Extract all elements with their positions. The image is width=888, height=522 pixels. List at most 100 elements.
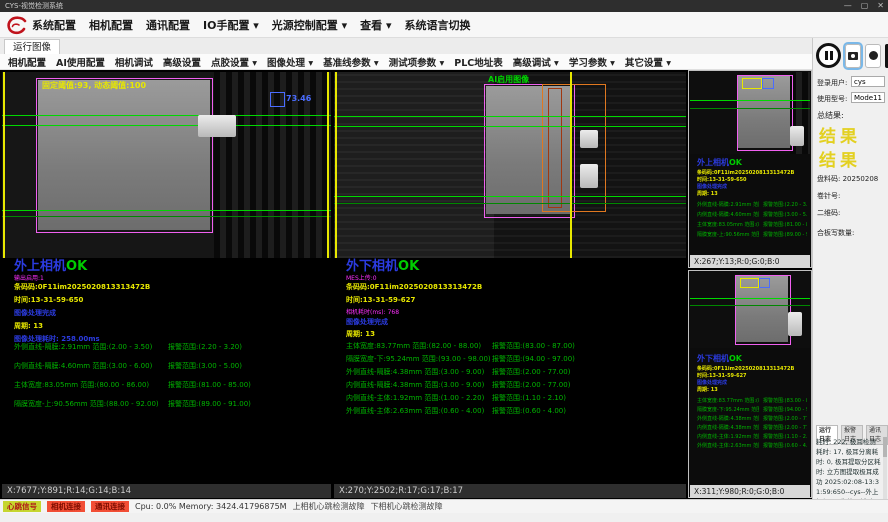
camera-view-lower[interactable]: AI启用图像 (334, 72, 686, 258)
time-line: 时间:13-31-59-650 (14, 295, 83, 305)
camera-name: 外上相机 (697, 158, 729, 167)
tool-ai-config[interactable]: AI使用配置 (56, 55, 105, 69)
time-line: 时间:13-31-59-627 (346, 295, 415, 305)
menu-view[interactable]: 查看 ▾ (360, 17, 391, 33)
window-title: CYS-视觉检测系统 (5, 2, 63, 10)
output-flag: 输出启用:1 (14, 273, 44, 282)
lens-icon (869, 51, 878, 60)
main-area: 固定阈值:93, 动态阈值:100 73.46 外上相机OK 输出启用:1 条码… (0, 70, 812, 499)
camera-name: 外上相机 (14, 259, 66, 274)
tab-run-image[interactable]: 运行图像 (4, 39, 60, 55)
camera-icon (848, 52, 858, 60)
camera-link-badge: 相机连接 (47, 501, 85, 512)
menu-comm-config[interactable]: 通讯配置 (146, 17, 190, 33)
result-display-2: 结果 (819, 146, 861, 171)
edge-line-v (570, 72, 572, 258)
ai-enabled-label: AI启用图像 (488, 74, 529, 85)
tool-advanced-debug[interactable]: 高级调试 ▾ (513, 55, 559, 69)
needle-no-label: 卷针号: (817, 191, 840, 201)
threshold-overlay-text: 固定阈值:93, 动态阈值:100 (42, 80, 146, 91)
barcode-line: 条码码:0F11im2025020813313472B (346, 282, 482, 292)
edge-line-left (335, 72, 337, 258)
alarm-range: 报警范围:(2.20 - 3.20) (168, 342, 242, 352)
label-box-yellow (740, 278, 759, 288)
label-box-yellow (742, 78, 762, 89)
measure-row: 内侧直线-隔膜:4.38mm 范围:(3.00 - 9.00) (697, 424, 759, 431)
camera-title-mini: 外上相机OK (697, 157, 742, 168)
measure-row: 内侧直线-主体:1.92mm 范围:(1.00 - 2.20) (346, 393, 484, 403)
menu-light-config[interactable]: 光源控制配置 ▾ (272, 17, 347, 33)
pause-button[interactable] (816, 43, 841, 68)
camera-title-mini: 外下相机OK (697, 353, 742, 364)
measure-row: 隔膜宽度-下:95.24mm 范围:(93.00 - 98.00) (697, 406, 759, 413)
baseline-green-1 (334, 116, 686, 117)
cycle-line: 周期: 13 (14, 321, 43, 331)
model-input[interactable] (851, 92, 885, 103)
measure-row: 外侧直线-主体:2.63mm 范围:(0.60 - 4.00) (346, 406, 484, 416)
tool-camera-config[interactable]: 相机配置 (8, 55, 46, 69)
tool-image-processing[interactable]: 图像处理 ▾ (267, 55, 313, 69)
menu-language-switch[interactable]: 系统语言切换 (405, 17, 471, 33)
alarm-range: 报警范围:(2.20 - 3.20) (763, 201, 807, 208)
output-flag: MES上传:0 (346, 273, 377, 282)
login-user-input[interactable] (851, 76, 885, 87)
cycle-line: 周期: 13 (697, 386, 718, 393)
measure-row: 主体宽度:83.05mm 范围:(80.00 - 86.00) (697, 221, 759, 228)
qr-code-label: 二维码: (817, 208, 840, 218)
close-button[interactable]: ✕ (877, 0, 884, 12)
lens-button[interactable] (865, 44, 881, 68)
comm-link-badge: 通讯连接 (91, 501, 129, 512)
alarm-range: 报警范围:(2.00 - 77.00) (492, 380, 570, 390)
tool-other-settings[interactable]: 其它设置 ▾ (625, 55, 671, 69)
tool-test-params[interactable]: 测试项参数 ▾ (389, 55, 445, 69)
alarm-range: 报警范围:(89.00 - 91.00) (168, 399, 251, 409)
camera-view-upper[interactable]: 固定阈值:93, 动态阈值:100 73.46 (2, 72, 331, 258)
label-box-blue (759, 278, 770, 288)
process-done-line: 图像处理完成 (697, 183, 727, 190)
roi-rect-darkred (548, 88, 562, 208)
reflective-part (580, 130, 598, 148)
alarm-range: 报警范围:(1.10 - 2.10) (763, 433, 807, 440)
heartbeat-badge: 心跳信号 (3, 501, 41, 512)
reflective-part (790, 126, 804, 146)
camera-capture-button[interactable] (845, 44, 861, 68)
camera-title-upper: 外上相机OK (14, 255, 87, 274)
baseline-green-2 (2, 125, 331, 126)
tool-learning-params[interactable]: 学习参数 ▾ (569, 55, 615, 69)
time-line: 时间:13-31-59-627 (697, 372, 747, 379)
mini-panel-upper[interactable]: 外上相机OK 条码码:0F11im2025020813313472B 时间:13… (688, 70, 812, 268)
write-count-label: 合板写数量: (817, 228, 854, 238)
status-bar: 心跳信号 相机连接 通讯连接 Cpu: 0.0% Memory: 3424.41… (0, 499, 888, 513)
status-ok: OK (66, 259, 87, 274)
baseline-green-4 (2, 216, 331, 217)
camera-name: 外下相机 (697, 354, 729, 363)
menu-io-config[interactable]: IO手配置 ▾ (203, 17, 259, 33)
menu-camera-config[interactable]: 相机配置 (89, 17, 133, 33)
title-bar: CYS-视觉检测系统 — ▢ ✕ (0, 0, 888, 12)
baseline-green-4 (334, 203, 686, 204)
baseline-green-3 (334, 196, 686, 197)
mini-panel-lower[interactable]: 外下相机OK 条码码:0F11im2025020813313472B 时间:13… (688, 270, 812, 498)
tool-baseline-params[interactable]: 基准线参数 ▾ (323, 55, 379, 69)
baseline-green-2 (334, 126, 686, 127)
edge-line-left (3, 72, 5, 258)
lower-camera-warning: 下相机心跳检测故障 (371, 501, 443, 512)
tool-glue-settings[interactable]: 点胶设置 ▾ (211, 55, 257, 69)
process-done-line: 图像处理完成 (14, 308, 56, 318)
minimize-button[interactable]: — (844, 0, 852, 12)
menu-system-config[interactable]: 系统配置 (32, 17, 76, 33)
reflective-part (580, 164, 598, 188)
tool-plc-address[interactable]: PLC地址表 (454, 55, 503, 69)
tool-advanced-settings[interactable]: 高级设置 (163, 55, 201, 69)
maximize-button[interactable]: ▢ (861, 0, 869, 12)
camera-title-lower: 外下相机OK (346, 255, 419, 274)
upper-camera-warning: 上相机心跳检测故障 (293, 501, 365, 512)
tool-camera-debug[interactable]: 相机调试 (115, 55, 153, 69)
measure-row: 内侧直线-隔膜:4.38mm 范围:(3.00 - 9.00) (346, 380, 484, 390)
toolbar: 相机配置 AI使用配置 相机调试 高级设置 点胶设置 ▾ 图像处理 ▾ 基准线参… (0, 54, 812, 70)
login-user-label: 登录用户: (817, 78, 847, 88)
app-logo-icon (6, 16, 28, 35)
result-display-1: 结果 (819, 122, 861, 147)
alarm-range: 报警范围:(83.00 - 87.00) (763, 397, 807, 404)
camera-name: 外下相机 (346, 259, 398, 274)
